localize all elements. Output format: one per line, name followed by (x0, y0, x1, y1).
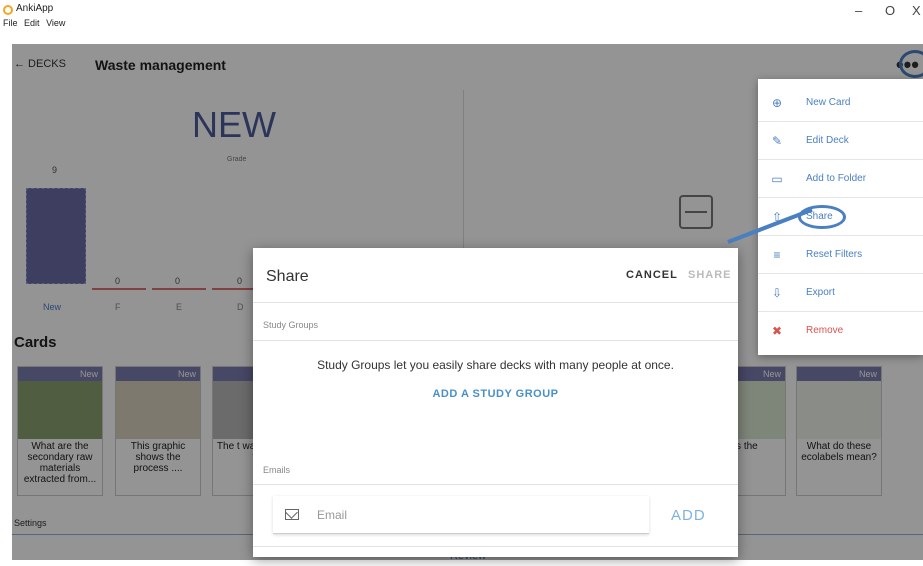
filter-icon: ≡ (773, 248, 781, 262)
menu-view[interactable]: View (46, 18, 65, 28)
window-title: AnkiApp (16, 3, 54, 14)
annotation-circle-share (798, 205, 846, 229)
dialog-title: Share (266, 268, 309, 285)
menu-item-label: Reset Filters (806, 249, 863, 260)
dialog-divider (253, 546, 738, 547)
share-button[interactable]: SHARE (688, 269, 732, 281)
share-dialog: Share CANCEL SHARE Study Groups Study Gr… (253, 248, 738, 557)
emails-label: Emails (263, 465, 291, 475)
minimize-button[interactable]: – (855, 3, 862, 18)
add-study-group-button[interactable]: ADD A STUDY GROUP (253, 388, 738, 400)
trash-icon: ✖ (771, 324, 783, 338)
menu-item-label: Edit Deck (806, 135, 849, 146)
menu-item-label: New Card (806, 97, 851, 108)
cancel-button[interactable]: CANCEL (626, 269, 678, 281)
menu-item-remove[interactable]: ✖ Remove (758, 312, 923, 350)
study-groups-label: Study Groups (263, 320, 319, 330)
menu-item-share[interactable]: ⇧ Share (758, 198, 923, 236)
menu-item-edit-deck[interactable]: ✎ Edit Deck (758, 122, 923, 160)
deck-options-menu: ⊕ New Card ✎ Edit Deck ▭ Add to Folder ⇧… (758, 79, 923, 355)
menu-item-new-card[interactable]: ⊕ New Card (758, 84, 923, 122)
dialog-divider (253, 340, 738, 341)
add-email-button[interactable]: ADD (671, 507, 706, 524)
export-icon: ⇩ (771, 286, 783, 300)
app-logo-icon (3, 5, 13, 15)
maximize-button[interactable]: O (885, 3, 895, 18)
title-bar: AnkiApp File Edit View – O X (0, 0, 923, 44)
edit-icon: ✎ (771, 134, 783, 148)
menu-item-label: Add to Folder (806, 173, 867, 184)
email-input[interactable] (317, 506, 637, 524)
dialog-divider (253, 484, 738, 485)
menu-bar: File Edit View (3, 18, 69, 28)
menu-item-label: Export (806, 287, 835, 298)
menu-file[interactable]: File (3, 18, 18, 28)
folder-icon: ▭ (771, 172, 783, 186)
close-button[interactable]: X (912, 3, 921, 18)
study-groups-description: Study Groups let you easily share decks … (317, 358, 674, 372)
plus-circle-icon: ⊕ (771, 96, 783, 110)
menu-edit[interactable]: Edit (24, 18, 40, 28)
mail-icon (285, 509, 299, 520)
menu-item-reset-filters[interactable]: ≡ Reset Filters (758, 236, 923, 274)
dialog-divider (253, 302, 738, 303)
menu-item-label: Remove (806, 325, 844, 336)
email-field-container (273, 496, 649, 534)
menu-item-add-to-folder[interactable]: ▭ Add to Folder (758, 160, 923, 198)
menu-item-export[interactable]: ⇩ Export (758, 274, 923, 312)
